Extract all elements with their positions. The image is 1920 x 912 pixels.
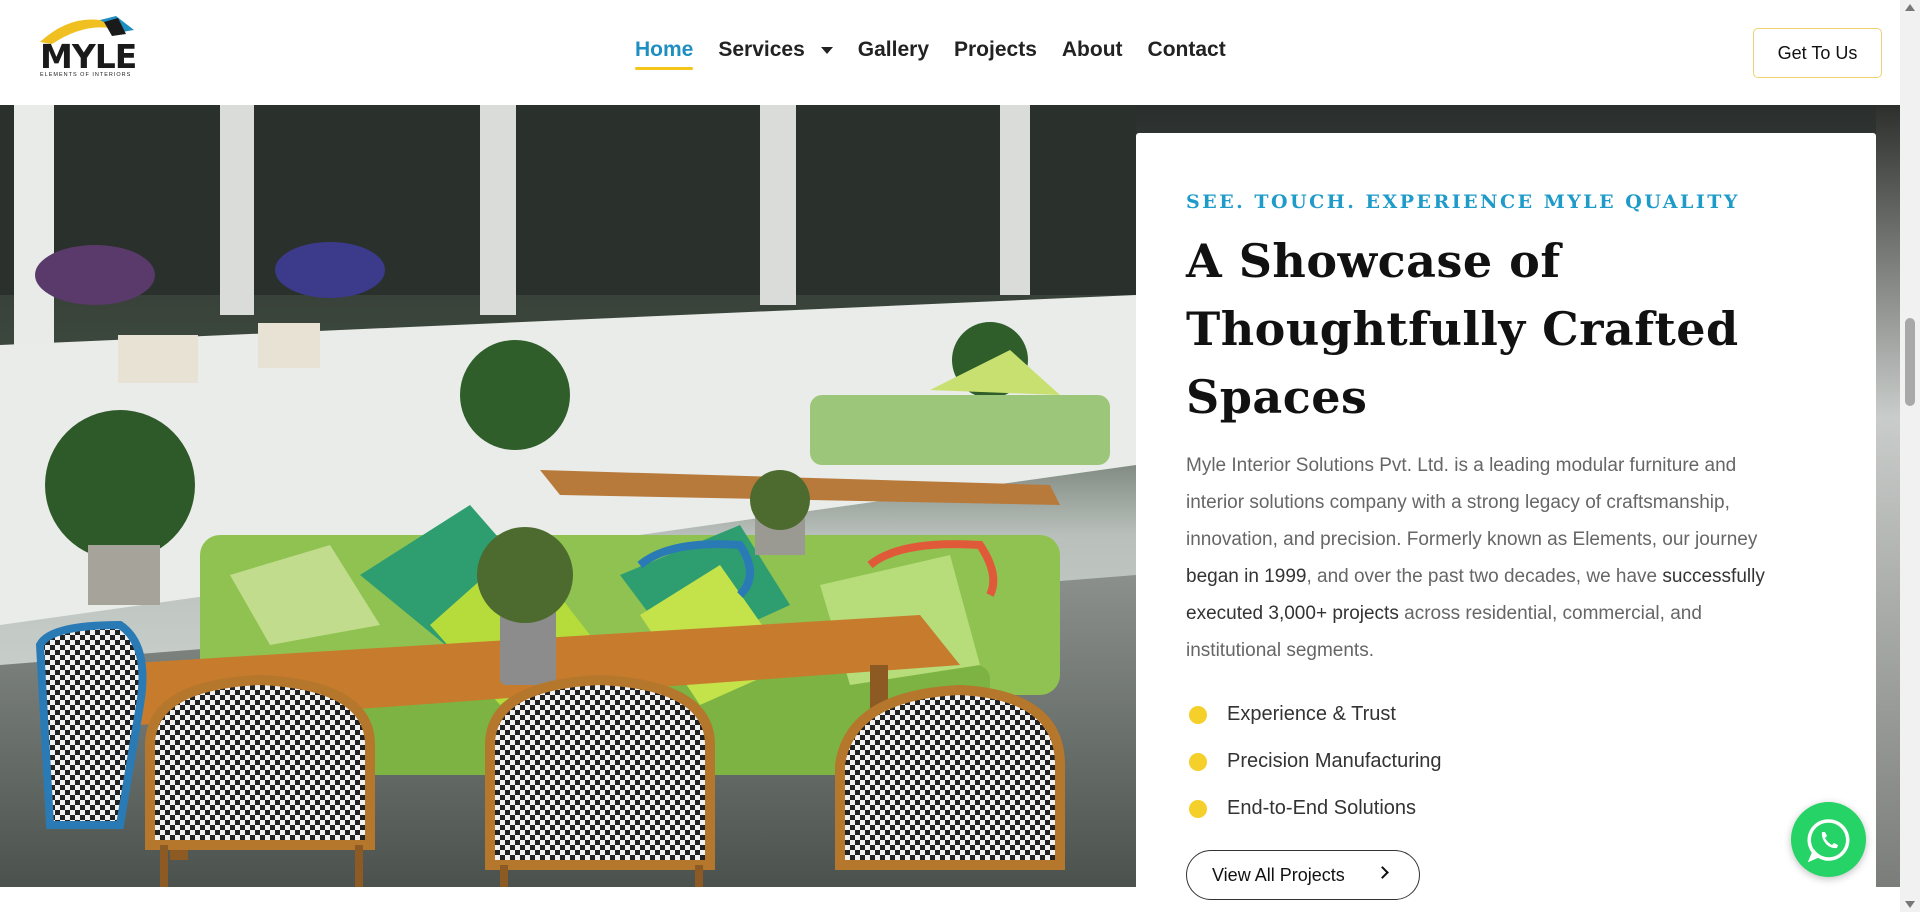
view-all-projects-button[interactable]: View All Projects bbox=[1186, 850, 1420, 900]
feature-label: End-to-End Solutions bbox=[1227, 797, 1417, 819]
whatsapp-button[interactable] bbox=[1791, 802, 1866, 877]
feature-label: Experience & Trust bbox=[1227, 703, 1396, 725]
feature-item: Precision Manufacturing bbox=[1186, 738, 1826, 785]
hero-heading: A Showcase of Thoughtfully Crafted Space… bbox=[1186, 234, 1739, 424]
bullet-dot-icon bbox=[1189, 799, 1207, 818]
whatsapp-icon bbox=[1807, 818, 1849, 862]
nav-about[interactable]: About bbox=[1062, 38, 1123, 62]
chevron-right-icon bbox=[1376, 866, 1389, 879]
nav-gallery[interactable]: Gallery bbox=[858, 38, 929, 62]
scroll-up-arrow-icon[interactable] bbox=[1905, 4, 1915, 11]
nav-home[interactable]: Home bbox=[635, 38, 694, 70]
desc-part-2: , and over the past two decades, we have bbox=[1306, 566, 1663, 587]
eyebrow-tagline: SEE. TOUCH. EXPERIENCE MYLE QUALITY bbox=[1186, 191, 1740, 213]
bullet-dot-icon bbox=[1189, 705, 1207, 724]
showcase-card: SEE. TOUCH. EXPERIENCE MYLE QUALITY A Sh… bbox=[1136, 133, 1876, 912]
myle-logo[interactable]: MYLE ELEMENTS OF INTERIORS bbox=[38, 14, 142, 80]
site-header: MYLE ELEMENTS OF INTERIORS Home Services… bbox=[0, 0, 1900, 105]
page-scrollbar[interactable] bbox=[1900, 0, 1920, 912]
chevron-down-icon[interactable] bbox=[820, 46, 833, 54]
feature-item: Experience & Trust bbox=[1186, 691, 1826, 738]
scrollbar-thumb[interactable] bbox=[1905, 318, 1915, 406]
nav-services[interactable]: Services bbox=[718, 38, 833, 62]
main-nav: Home Services Gallery Projects About Con… bbox=[635, 38, 1251, 70]
nav-services-label: Services bbox=[718, 38, 805, 61]
feature-label: Precision Manufacturing bbox=[1227, 750, 1442, 772]
feature-item: End-to-End Solutions bbox=[1186, 785, 1826, 832]
desc-highlight-year: began in 1999 bbox=[1186, 566, 1307, 587]
nav-contact[interactable]: Contact bbox=[1148, 38, 1226, 62]
view-all-projects-label: View All Projects bbox=[1212, 864, 1345, 885]
logo-wordmark: MYLE bbox=[40, 37, 137, 76]
logo-tagline: ELEMENTS OF INTERIORS bbox=[40, 72, 132, 78]
scroll-down-arrow-icon[interactable] bbox=[1905, 901, 1915, 908]
nav-projects[interactable]: Projects bbox=[954, 38, 1037, 62]
company-description: Myle Interior Solutions Pvt. Ltd. is a l… bbox=[1186, 447, 1796, 669]
feature-list: Experience & Trust Precision Manufacturi… bbox=[1186, 691, 1826, 832]
background-photo-edge bbox=[1876, 105, 1900, 887]
get-to-us-button[interactable]: Get To Us bbox=[1753, 28, 1882, 78]
bullet-dot-icon bbox=[1189, 752, 1207, 771]
desc-part-1: Myle Interior Solutions Pvt. Ltd. is a l… bbox=[1186, 455, 1758, 550]
hero-photo bbox=[0, 105, 1136, 887]
